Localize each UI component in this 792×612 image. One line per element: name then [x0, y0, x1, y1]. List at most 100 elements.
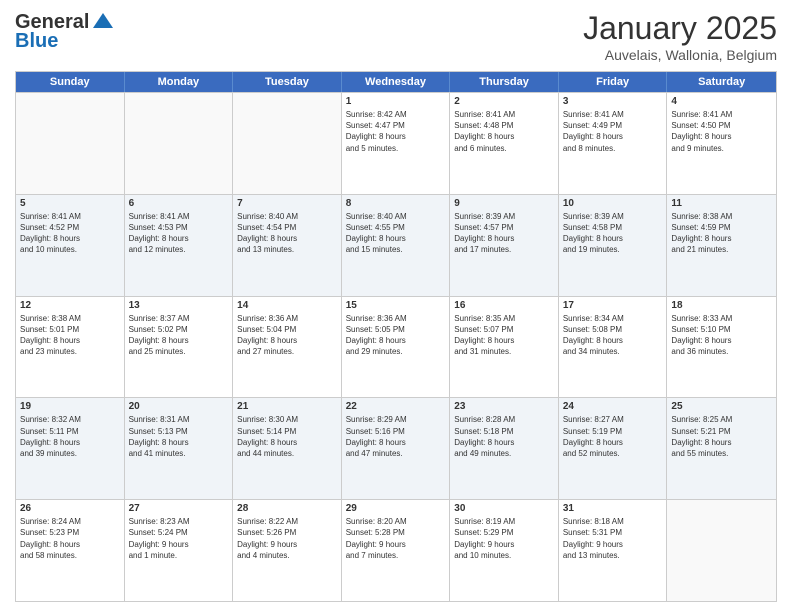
- day-number: 21: [237, 401, 337, 412]
- day-cell-9: 9Sunrise: 8:39 AM Sunset: 4:57 PM Daylig…: [450, 195, 559, 296]
- day-cell-6: 6 Sunrise: 8:41 AM Sunset: 4:53 PM Daylig…: [125, 195, 234, 296]
- day-number: 13: [129, 300, 229, 311]
- week-row-4: 19Sunrise: 8:32 AM Sunset: 5:11 PM Dayli…: [16, 397, 776, 499]
- day-info: Sunrise: 8:20 AM Sunset: 5:28 PM Dayligh…: [346, 516, 446, 561]
- day-cell-10: 10 Sunrise: 8:39 AM Sunset: 4:58 PM Dayli…: [559, 195, 668, 296]
- day-info: Sunrise: 8:38 AM Sunset: 5:01 PM Dayligh…: [20, 313, 120, 358]
- day-cell-11: 11 Sunrise: 8:38 AM Sunset: 4:59 PM Dayli…: [667, 195, 776, 296]
- day-cell-19: 19Sunrise: 8:32 AM Sunset: 5:11 PM Dayli…: [16, 398, 125, 499]
- day-cell-24: 24 Sunrise: 8:27 AM Sunset: 5:19 PM Dayli…: [559, 398, 668, 499]
- day-info: Sunrise: 8:36 AM Sunset: 5:04 PM Dayligh…: [237, 313, 337, 358]
- day-number: 7: [237, 198, 337, 209]
- day-cell-16: 16Sunrise: 8:35 AM Sunset: 5:07 PM Dayli…: [450, 297, 559, 398]
- empty-cell: [16, 93, 125, 194]
- day-cell-13: 13 Sunrise: 8:37 AM Sunset: 5:02 PM Dayli…: [125, 297, 234, 398]
- day-cell-4: 4Sunrise: 8:41 AM Sunset: 4:50 PM Daylig…: [667, 93, 776, 194]
- header-day-monday: Monday: [125, 72, 234, 92]
- day-info: Sunrise: 8:41 AM Sunset: 4:48 PM Dayligh…: [454, 109, 554, 154]
- day-number: 11: [671, 198, 772, 209]
- day-number: 10: [563, 198, 663, 209]
- day-number: 17: [563, 300, 663, 311]
- calendar-body: 1 Sunrise: 8:42 AM Sunset: 4:47 PM Daylig…: [16, 92, 776, 601]
- day-cell-8: 8Sunrise: 8:40 AM Sunset: 4:55 PM Daylig…: [342, 195, 451, 296]
- day-cell-27: 27 Sunrise: 8:23 AM Sunset: 5:24 PM Dayli…: [125, 500, 234, 601]
- day-number: 14: [237, 300, 337, 311]
- day-cell-12: 12 Sunrise: 8:38 AM Sunset: 5:01 PM Dayli…: [16, 297, 125, 398]
- day-cell-7: 7 Sunrise: 8:40 AM Sunset: 4:54 PM Daylig…: [233, 195, 342, 296]
- day-number: 22: [346, 401, 446, 412]
- day-number: 6: [129, 198, 229, 209]
- day-info: Sunrise: 8:22 AM Sunset: 5:26 PM Dayligh…: [237, 516, 337, 561]
- header: General Blue January 2025 Auvelais, Wall…: [15, 10, 777, 63]
- week-row-1: 1 Sunrise: 8:42 AM Sunset: 4:47 PM Daylig…: [16, 92, 776, 194]
- day-cell-28: 28 Sunrise: 8:22 AM Sunset: 5:26 PM Dayli…: [233, 500, 342, 601]
- day-info: Sunrise: 8:39 AM Sunset: 4:58 PM Dayligh…: [563, 211, 663, 256]
- day-info: Sunrise: 8:31 AM Sunset: 5:13 PM Dayligh…: [129, 414, 229, 459]
- day-number: 12: [20, 300, 120, 311]
- day-info: Sunrise: 8:41 AM Sunset: 4:49 PM Dayligh…: [563, 109, 663, 154]
- day-number: 20: [129, 401, 229, 412]
- header-day-friday: Friday: [559, 72, 668, 92]
- day-info: Sunrise: 8:34 AM Sunset: 5:08 PM Dayligh…: [563, 313, 663, 358]
- title-block: January 2025 Auvelais, Wallonia, Belgium: [583, 10, 777, 63]
- day-cell-25: 25 Sunrise: 8:25 AM Sunset: 5:21 PM Dayli…: [667, 398, 776, 499]
- day-info: Sunrise: 8:40 AM Sunset: 4:54 PM Dayligh…: [237, 211, 337, 256]
- day-number: 25: [671, 401, 772, 412]
- day-number: 3: [563, 96, 663, 107]
- day-number: 5: [20, 198, 120, 209]
- week-row-2: 5 Sunrise: 8:41 AM Sunset: 4:52 PM Daylig…: [16, 194, 776, 296]
- day-info: Sunrise: 8:25 AM Sunset: 5:21 PM Dayligh…: [671, 414, 772, 459]
- day-cell-21: 21 Sunrise: 8:30 AM Sunset: 5:14 PM Dayli…: [233, 398, 342, 499]
- day-info: Sunrise: 8:42 AM Sunset: 4:47 PM Dayligh…: [346, 109, 446, 154]
- week-row-5: 26Sunrise: 8:24 AM Sunset: 5:23 PM Dayli…: [16, 499, 776, 601]
- day-info: Sunrise: 8:37 AM Sunset: 5:02 PM Dayligh…: [129, 313, 229, 358]
- day-info: Sunrise: 8:38 AM Sunset: 4:59 PM Dayligh…: [671, 211, 772, 256]
- day-number: 18: [671, 300, 772, 311]
- empty-cell: [125, 93, 234, 194]
- logo: General Blue: [15, 10, 117, 53]
- day-info: Sunrise: 8:40 AM Sunset: 4:55 PM Dayligh…: [346, 211, 446, 256]
- day-cell-23: 23 Sunrise: 8:28 AM Sunset: 5:18 PM Dayli…: [450, 398, 559, 499]
- day-info: Sunrise: 8:41 AM Sunset: 4:50 PM Dayligh…: [671, 109, 772, 154]
- page: General Blue January 2025 Auvelais, Wall…: [0, 0, 792, 612]
- day-number: 30: [454, 503, 554, 514]
- day-info: Sunrise: 8:28 AM Sunset: 5:18 PM Dayligh…: [454, 414, 554, 459]
- day-number: 26: [20, 503, 120, 514]
- empty-cell: [233, 93, 342, 194]
- week-row-3: 12 Sunrise: 8:38 AM Sunset: 5:01 PM Dayli…: [16, 296, 776, 398]
- calendar-subtitle: Auvelais, Wallonia, Belgium: [583, 47, 777, 63]
- day-cell-18: 18 Sunrise: 8:33 AM Sunset: 5:10 PM Dayli…: [667, 297, 776, 398]
- day-cell-14: 14 Sunrise: 8:36 AM Sunset: 5:04 PM Dayli…: [233, 297, 342, 398]
- day-info: Sunrise: 8:41 AM Sunset: 4:52 PM Dayligh…: [20, 211, 120, 256]
- day-number: 27: [129, 503, 229, 514]
- day-cell-31: 31Sunrise: 8:18 AM Sunset: 5:31 PM Dayli…: [559, 500, 668, 601]
- day-info: Sunrise: 8:33 AM Sunset: 5:10 PM Dayligh…: [671, 313, 772, 358]
- day-number: 23: [454, 401, 554, 412]
- day-info: Sunrise: 8:29 AM Sunset: 5:16 PM Dayligh…: [346, 414, 446, 459]
- day-info: Sunrise: 8:30 AM Sunset: 5:14 PM Dayligh…: [237, 414, 337, 459]
- day-info: Sunrise: 8:23 AM Sunset: 5:24 PM Dayligh…: [129, 516, 229, 561]
- day-info: Sunrise: 8:41 AM Sunset: 4:53 PM Dayligh…: [129, 211, 229, 256]
- day-cell-26: 26Sunrise: 8:24 AM Sunset: 5:23 PM Dayli…: [16, 500, 125, 601]
- day-info: Sunrise: 8:39 AM Sunset: 4:57 PM Dayligh…: [454, 211, 554, 256]
- day-cell-20: 20 Sunrise: 8:31 AM Sunset: 5:13 PM Dayli…: [125, 398, 234, 499]
- day-cell-22: 22 Sunrise: 8:29 AM Sunset: 5:16 PM Dayli…: [342, 398, 451, 499]
- header-day-wednesday: Wednesday: [342, 72, 451, 92]
- calendar: SundayMondayTuesdayWednesdayThursdayFrid…: [15, 71, 777, 602]
- day-info: Sunrise: 8:32 AM Sunset: 5:11 PM Dayligh…: [20, 414, 120, 459]
- calendar-title: January 2025: [583, 10, 777, 47]
- empty-cell: [667, 500, 776, 601]
- day-info: Sunrise: 8:18 AM Sunset: 5:31 PM Dayligh…: [563, 516, 663, 561]
- day-number: 16: [454, 300, 554, 311]
- logo-icon: [91, 10, 115, 34]
- day-number: 15: [346, 300, 446, 311]
- header-day-tuesday: Tuesday: [233, 72, 342, 92]
- day-info: Sunrise: 8:27 AM Sunset: 5:19 PM Dayligh…: [563, 414, 663, 459]
- day-number: 1: [346, 96, 446, 107]
- day-cell-5: 5 Sunrise: 8:41 AM Sunset: 4:52 PM Daylig…: [16, 195, 125, 296]
- day-cell-3: 3 Sunrise: 8:41 AM Sunset: 4:49 PM Daylig…: [559, 93, 668, 194]
- day-number: 24: [563, 401, 663, 412]
- day-cell-17: 17 Sunrise: 8:34 AM Sunset: 5:08 PM Dayli…: [559, 297, 668, 398]
- day-number: 28: [237, 503, 337, 514]
- header-day-sunday: Sunday: [16, 72, 125, 92]
